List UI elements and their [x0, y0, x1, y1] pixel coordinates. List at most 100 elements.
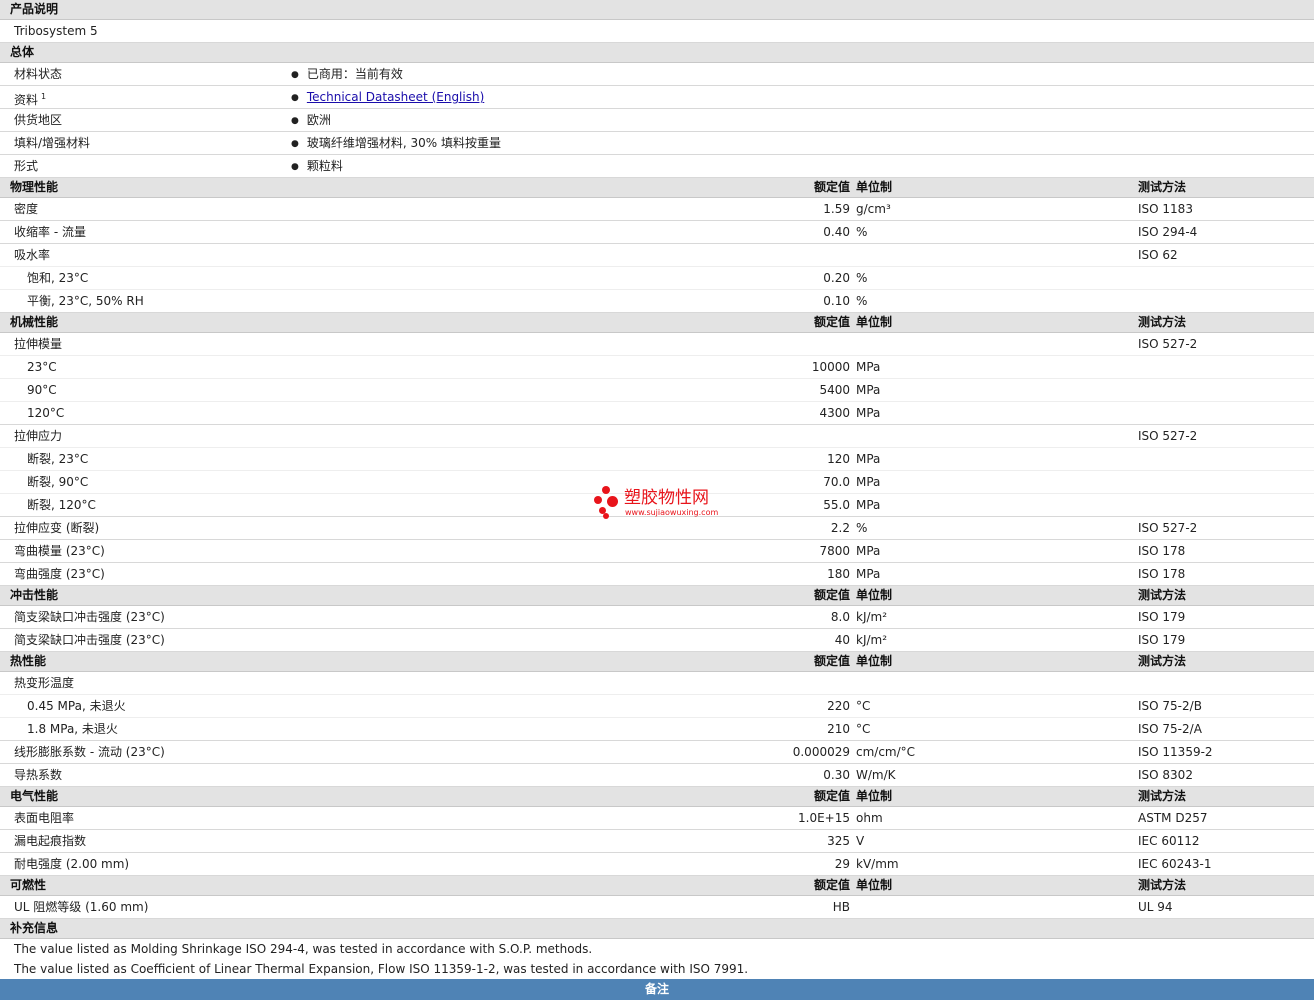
section-header-physical: 物理性能 额定值 单位制 测试方法	[0, 178, 1314, 198]
property-label: 简支梁缺口冲击强度 (23°C)	[14, 633, 165, 647]
property-unit: %	[856, 521, 868, 535]
property-row: 弯曲模量 (23°C) 7800 MPa ISO 178	[0, 540, 1314, 563]
property-unit: W/m/K	[856, 768, 896, 782]
property-row: 拉伸应力 ISO 527-2	[0, 425, 1314, 448]
property-test: IEC 60112	[1138, 834, 1200, 848]
property-value: 0.10	[823, 294, 850, 308]
property-row: 漏电起痕指数 325 V IEC 60112	[0, 830, 1314, 853]
property-unit: MPa	[856, 498, 881, 512]
property-test: ISO 11359-2	[1138, 745, 1213, 759]
property-subrow: 1.8 MPa, 未退火 210 °C ISO 75-2/A	[0, 718, 1314, 741]
general-label: 材料状态	[14, 67, 63, 81]
general-row: 形式 颗粒料	[0, 155, 1314, 178]
property-subrow: 120°C 4300 MPa	[0, 402, 1314, 425]
note-text: The value listed as Molding Shrinkage IS…	[14, 942, 593, 956]
property-label: 密度	[14, 202, 39, 216]
datasheet-link[interactable]: Technical Datasheet (English)	[307, 90, 484, 104]
property-test: ISO 75-2/B	[1138, 699, 1202, 713]
property-label: 热变形温度	[14, 676, 75, 690]
property-test: IEC 60243-1	[1138, 857, 1212, 871]
section-header-mechanical: 机械性能 额定值 单位制 测试方法	[0, 313, 1314, 333]
section-header-thermal: 热性能 额定值 单位制 测试方法	[0, 652, 1314, 672]
column-header-unit: 单位制	[856, 315, 893, 329]
property-row: 密度 1.59 g/cm³ ISO 1183	[0, 198, 1314, 221]
section-title: 电气性能	[10, 789, 59, 803]
property-row: 导热系数 0.30 W/m/K ISO 8302	[0, 764, 1314, 787]
note-row: The value listed as Coefficient of Linea…	[0, 959, 1314, 979]
section-header-description: 产品说明	[0, 0, 1314, 20]
section-title: 物理性能	[10, 180, 59, 194]
watermark-name: 塑胶物性网	[624, 488, 709, 508]
general-row: 供货地区 欧洲	[0, 109, 1314, 132]
property-subrow: 饱和, 23°C 0.20 %	[0, 267, 1314, 290]
property-label: UL 阻燃等级 (1.60 mm)	[14, 900, 149, 914]
property-value: 29	[834, 857, 850, 871]
property-unit: g/cm³	[856, 202, 891, 216]
general-label: 资料 1	[14, 92, 47, 107]
property-test: ISO 527-2	[1138, 337, 1198, 351]
property-unit: MPa	[856, 567, 881, 581]
property-value: 0.20	[823, 271, 850, 285]
section-header-impact: 冲击性能 额定值 单位制 测试方法	[0, 586, 1314, 606]
property-value: 10000	[811, 360, 850, 374]
property-row: 拉伸应变 (断裂) 2.2 % ISO 527-2	[0, 517, 1314, 540]
property-value: 0.30	[823, 768, 850, 782]
section-header-general: 总体	[0, 43, 1314, 63]
property-value: 0.000029	[792, 745, 850, 759]
property-value: 180	[827, 567, 850, 581]
column-header-test: 测试方法	[1138, 789, 1187, 803]
property-label: 拉伸应变 (断裂)	[14, 521, 100, 535]
property-row: 收缩率 - 流量 0.40 % ISO 294-4	[0, 221, 1314, 244]
column-header-unit: 单位制	[856, 878, 893, 892]
property-row: 吸水率 ISO 62	[0, 244, 1314, 267]
property-unit: cm/cm/°C	[856, 745, 916, 759]
section-title: 热性能	[10, 654, 47, 668]
section-header-flammability: 可燃性 额定值 单位制 测试方法	[0, 876, 1314, 896]
column-header-test: 测试方法	[1138, 588, 1187, 602]
section-title: 产品说明	[10, 2, 59, 16]
property-label: 简支梁缺口冲击强度 (23°C)	[14, 610, 165, 624]
logo-dots-icon	[594, 486, 622, 520]
watermark-logo: 塑胶物性网 www.sujiaowuxing.com	[594, 486, 734, 520]
property-value: 220	[827, 699, 850, 713]
general-row: 材料状态 已商用：当前有效	[0, 63, 1314, 86]
property-value: 325	[827, 834, 850, 848]
column-header-test: 测试方法	[1138, 654, 1187, 668]
section-header-supplement: 补充信息	[0, 919, 1314, 939]
property-unit: kJ/m²	[856, 633, 888, 647]
column-header-value: 额定值	[813, 789, 850, 803]
property-label: 拉伸应力	[14, 429, 63, 443]
property-unit: ohm	[856, 811, 883, 825]
property-label: 弯曲强度 (23°C)	[14, 567, 105, 581]
section-title: 冲击性能	[10, 588, 59, 602]
property-label: 弯曲模量 (23°C)	[14, 544, 105, 558]
property-value: 4300	[819, 406, 850, 420]
property-test: ISO 62	[1138, 248, 1178, 262]
property-label: 导热系数	[14, 768, 63, 782]
property-label: 饱和, 23°C	[27, 271, 89, 285]
property-label: 90°C	[27, 383, 57, 397]
general-row: 填料/增强材料 玻璃纤维增强材料, 30% 填料按重量	[0, 132, 1314, 155]
column-header-test: 测试方法	[1138, 180, 1187, 194]
column-header-test: 测试方法	[1138, 878, 1187, 892]
column-header-unit: 单位制	[856, 588, 893, 602]
property-label: 120°C	[27, 406, 65, 420]
property-row: 拉伸模量 ISO 527-2	[0, 333, 1314, 356]
property-unit: %	[856, 294, 868, 308]
property-row: 弯曲强度 (23°C) 180 MPa ISO 178	[0, 563, 1314, 586]
property-test: UL 94	[1138, 900, 1173, 914]
property-value: 0.40	[823, 225, 850, 239]
property-subrow: 0.45 MPa, 未退火 220 °C ISO 75-2/B	[0, 695, 1314, 718]
section-title: 补充信息	[10, 921, 59, 935]
property-value: 210	[827, 722, 850, 736]
property-unit: MPa	[856, 452, 881, 466]
property-value: 1.59	[823, 202, 850, 216]
property-test: ISO 294-4	[1138, 225, 1198, 239]
property-unit: °C	[856, 722, 871, 736]
watermark-url: www.sujiaowuxing.com	[625, 508, 719, 517]
property-unit: %	[856, 225, 868, 239]
property-value: 1.0E+15	[798, 811, 850, 825]
property-unit: MPa	[856, 406, 881, 420]
property-row: 线形膨胀系数 - 流动 (23°C) 0.000029 cm/cm/°C ISO…	[0, 741, 1314, 764]
property-value: 7800	[819, 544, 850, 558]
